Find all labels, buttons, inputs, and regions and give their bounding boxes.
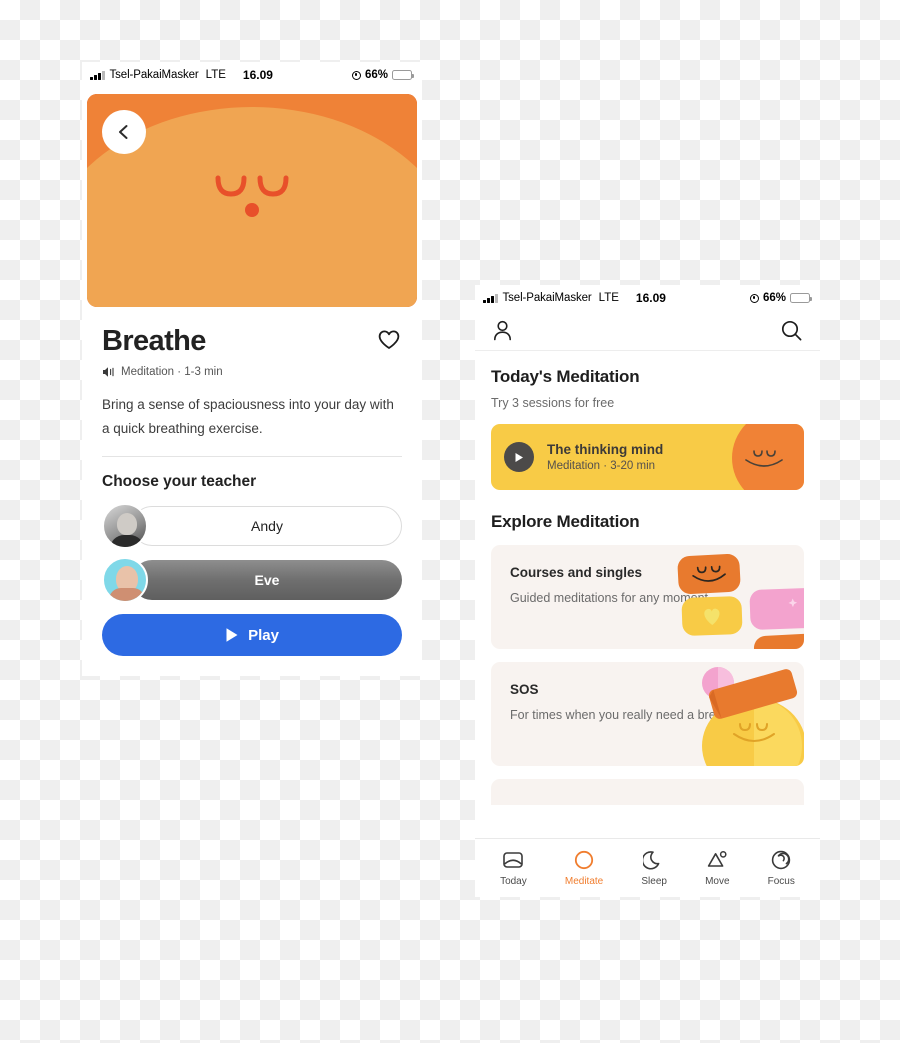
favorite-button[interactable] — [376, 328, 402, 355]
moon-icon — [643, 850, 660, 870]
network-type-label: LTE — [598, 292, 619, 304]
status-bar-left-2: Tsel-PakaiMasker LTE 16.09 — [483, 291, 666, 305]
network-type-label: LTE — [205, 69, 226, 81]
hero-wrapper — [82, 88, 422, 307]
explore-card-sos[interactable]: SOS For times when you really need a bre… — [491, 662, 804, 766]
play-triangle-icon — [515, 452, 523, 462]
play-triangle-icon — [226, 628, 238, 642]
teacher-list: Andy Eve — [102, 503, 402, 604]
teacher-name-andy: Andy — [251, 518, 283, 535]
tab-label-meditate: Meditate — [564, 875, 604, 887]
move-mountain-icon — [708, 850, 727, 867]
explore-meditation-heading: Explore Meditation — [491, 512, 640, 531]
status-bar-left: Tsel-PakaiMasker LTE 16.09 — [90, 68, 273, 82]
tab-today[interactable]: Today — [500, 849, 527, 887]
teacher-row-andy[interactable]: Andy — [102, 503, 402, 550]
location-arrow-icon — [749, 293, 759, 303]
teacher-row-eve[interactable]: Eve — [102, 557, 402, 604]
signal-bars-icon — [483, 293, 498, 303]
teacher-option-andy[interactable]: Andy — [132, 506, 402, 547]
play-button[interactable]: Play — [102, 614, 402, 656]
phone-breathe-screen: Tsel-PakaiMasker LTE 16.09 66% Breathe M… — [82, 62, 422, 676]
card-meta: Meditation · 3-20 min — [547, 460, 656, 472]
tab-meditate[interactable]: Meditate — [565, 849, 603, 887]
tab-label-sleep: Sleep — [641, 875, 667, 887]
content-scroll-area[interactable]: Today's Meditation Try 3 sessions for fr… — [475, 351, 820, 838]
breathe-hero-illustration — [87, 94, 417, 307]
teacher-option-eve[interactable]: Eve — [132, 560, 402, 601]
back-button[interactable] — [102, 110, 146, 154]
clock-label: 16.09 — [242, 68, 273, 82]
page-title: Breathe — [102, 325, 206, 357]
teacher-name-eve: Eve — [254, 572, 280, 589]
search-button[interactable] — [781, 320, 802, 341]
todays-meditation-card[interactable]: The thinking mind Meditation · 3-20 min — [491, 424, 804, 490]
session-description: Bring a sense of spaciousness into your … — [102, 397, 394, 436]
teacher-avatar-eve — [102, 557, 148, 604]
tab-move[interactable]: Move — [705, 849, 730, 887]
todays-meditation-subtitle: Try 3 sessions for free — [491, 396, 615, 410]
tab-focus[interactable]: Focus — [768, 849, 795, 887]
card-text-block: The thinking mind Meditation · 3-20 min — [547, 442, 663, 472]
battery-icon — [790, 293, 812, 303]
tab-label-move: Move — [705, 875, 730, 887]
choose-teacher-heading: Choose your teacher — [102, 473, 257, 491]
tab-sleep[interactable]: Sleep — [641, 849, 667, 887]
status-bar-meditate: Tsel-PakaiMasker LTE 16.09 66% — [475, 285, 820, 311]
divider — [102, 456, 402, 458]
heart-outline-icon — [378, 330, 400, 349]
location-arrow-icon — [351, 70, 361, 80]
session-meta: Meditation · 1-3 min — [121, 366, 223, 378]
play-button-label: Play — [248, 626, 279, 644]
calm-sleeping-face-illustration — [215, 175, 289, 217]
spiral-icon — [772, 850, 791, 869]
circle-icon — [574, 850, 594, 869]
todays-meditation-heading: Today's Meditation — [491, 367, 640, 386]
play-circle-icon[interactable] — [504, 442, 534, 472]
today-card-icon — [503, 851, 524, 868]
audio-waves-icon — [103, 367, 114, 377]
card-title: The thinking mind — [547, 442, 664, 457]
phone-meditate-screen: Tsel-PakaiMasker LTE 16.09 66% Today's M… — [475, 285, 820, 897]
tab-label-today: Today — [500, 875, 527, 887]
explore-card-partial-next[interactable] — [491, 779, 804, 805]
top-nav-bar — [475, 311, 820, 351]
search-icon — [781, 320, 802, 341]
explore-card-courses[interactable]: Courses and singles Guided meditations f… — [491, 545, 804, 649]
signal-bars-icon — [90, 70, 105, 80]
stacked-cards-illustration — [677, 554, 804, 649]
battery-icon — [392, 70, 414, 80]
sos-blob-illustration — [702, 667, 804, 766]
teacher-avatar-andy — [102, 503, 148, 550]
carrier-label: Tsel-PakaiMasker — [109, 69, 199, 81]
battery-percent-label: 66% — [762, 292, 786, 304]
battery-percent-label: 66% — [364, 69, 388, 81]
status-bar-right: 66% — [351, 69, 414, 81]
smiling-face-blob-illustration — [745, 450, 783, 467]
tab-label-focus: Focus — [767, 875, 795, 887]
breathe-body: Breathe Meditation · 1-3 min Bring a sen… — [82, 307, 422, 604]
status-bar-breathe: Tsel-PakaiMasker LTE 16.09 66% — [82, 62, 422, 88]
person-icon — [494, 320, 511, 341]
clock-label: 16.09 — [635, 291, 666, 305]
chevron-left-icon — [119, 125, 128, 139]
bottom-tab-bar: Today Meditate Sleep Move Focus — [475, 838, 820, 896]
carrier-label: Tsel-PakaiMasker — [502, 292, 592, 304]
meta-row: Meditation · 1-3 min — [102, 366, 402, 378]
profile-button[interactable] — [493, 320, 512, 341]
status-bar-right-2: 66% — [749, 292, 812, 304]
title-row: Breathe — [102, 325, 402, 358]
